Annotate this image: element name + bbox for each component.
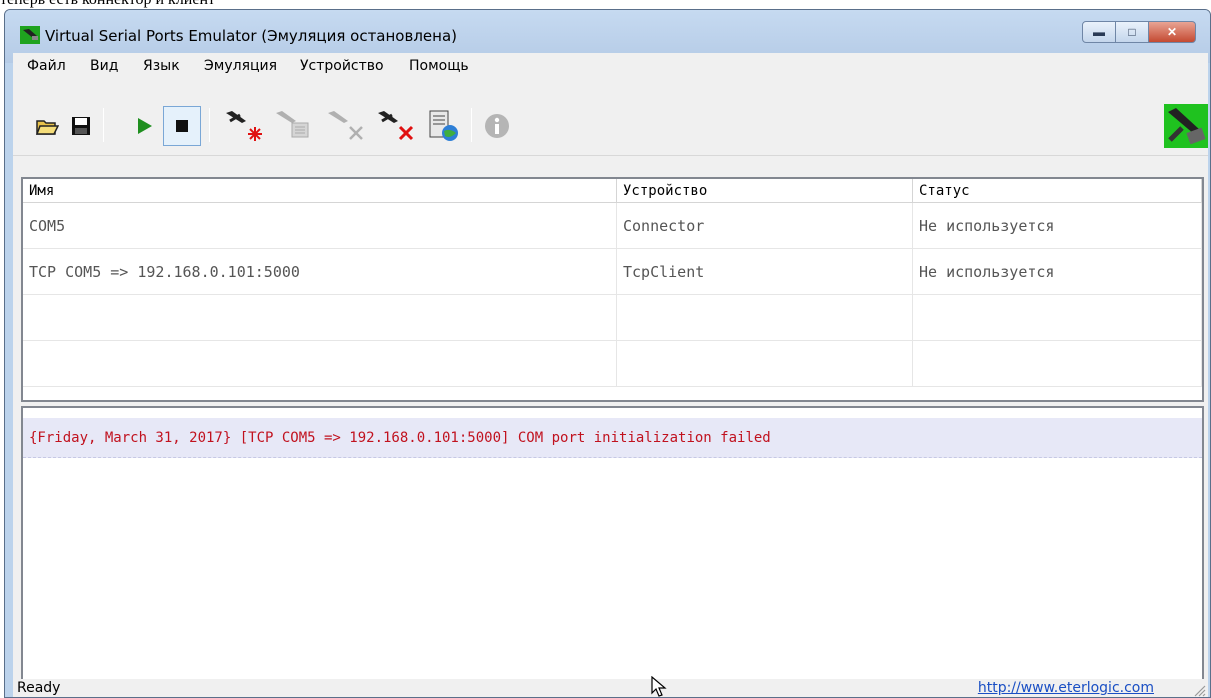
create-device-icon (226, 111, 262, 141)
empty-row (23, 341, 1202, 387)
remove-device-icon (328, 111, 363, 140)
cell-device: TcpClient (617, 249, 913, 295)
open-button[interactable] (31, 110, 63, 142)
empty-cell (617, 295, 913, 341)
start-emulation-button[interactable] (129, 110, 161, 142)
menu-view[interactable]: Вид (90, 53, 118, 80)
mouse-cursor-icon (651, 676, 667, 697)
maximize-button[interactable]: □ (1116, 21, 1149, 43)
cell-status: Не используется (913, 203, 1202, 249)
status-bar: Ready http://www.eterlogic.com (13, 679, 1208, 697)
app-icon (20, 26, 40, 44)
cell-name: COM5 (23, 203, 617, 249)
close-button[interactable]: ✕ (1149, 21, 1196, 43)
device-properties-icon (276, 111, 309, 138)
create-device-button[interactable] (221, 110, 265, 142)
menu-help[interactable]: Помощь (409, 53, 469, 80)
network-settings-icon (429, 110, 458, 141)
website-link[interactable]: http://www.eterlogic.com (978, 680, 1154, 696)
window-title: Virtual Serial Ports Emulator (Эмуляция … (45, 27, 457, 45)
list-header: Имя Устройство Статус (23, 179, 1202, 203)
remove-device-button[interactable] (323, 110, 367, 142)
device-list[interactable]: Имя Устройство Статус COM5 Connector Не … (21, 177, 1204, 402)
empty-cell (23, 295, 617, 341)
menu-emulation[interactable]: Эмуляция (204, 53, 277, 80)
toolbar-separator (103, 108, 104, 142)
menu-language[interactable]: Язык (143, 53, 180, 80)
save-disk-icon (72, 117, 90, 135)
log-panel[interactable]: {Friday, March 31, 2017} [TCP COM5 => 19… (21, 406, 1204, 684)
info-icon (485, 114, 509, 138)
stop-emulation-button[interactable] (163, 106, 201, 146)
window-controls: ▬ □ ✕ (1082, 21, 1196, 43)
log-entry: {Friday, March 31, 2017} [TCP COM5 => 19… (23, 418, 1202, 458)
delete-device-icon (378, 111, 414, 141)
client-area: Файл Вид Язык Эмуляция Устройство Помощь (13, 53, 1208, 697)
minimize-button[interactable]: ▬ (1082, 21, 1116, 43)
cell-device: Connector (617, 203, 913, 249)
toolbar-separator (209, 108, 210, 142)
table-row[interactable]: TCP COM5 => 192.168.0.101:5000 TcpClient… (23, 249, 1202, 295)
menu-device[interactable]: Устройство (300, 53, 384, 80)
resize-grip-icon[interactable] (1192, 683, 1206, 697)
status-text: Ready (17, 680, 61, 696)
close-icon: ✕ (1166, 25, 1178, 39)
column-header-status[interactable]: Статус (913, 179, 1202, 203)
app-window: Virtual Serial Ports Emulator (Эмуляция … (4, 9, 1211, 698)
toolbar (13, 80, 1208, 156)
column-header-name[interactable]: Имя (23, 179, 617, 203)
empty-row (23, 295, 1202, 341)
empty-cell (913, 295, 1202, 341)
menu-bar: Файл Вид Язык Эмуляция Устройство Помощь (13, 53, 1208, 80)
menu-file[interactable]: Файл (27, 53, 66, 80)
about-button[interactable] (481, 110, 513, 142)
empty-cell (23, 341, 617, 387)
open-folder-icon (35, 120, 59, 135)
cell-status: Не используется (913, 249, 1202, 295)
toolbar-separator (471, 108, 472, 142)
column-header-device[interactable]: Устройство (617, 179, 913, 203)
maximize-icon: □ (1128, 25, 1136, 39)
save-button[interactable] (65, 110, 97, 142)
empty-cell (913, 341, 1202, 387)
device-properties-button[interactable] (271, 110, 315, 142)
serial-cable-logo-icon (1164, 104, 1208, 148)
empty-cell (617, 341, 913, 387)
cell-name: TCP COM5 => 192.168.0.101:5000 (23, 249, 617, 295)
network-settings-button[interactable] (423, 110, 463, 142)
table-row[interactable]: COM5 Connector Не используется (23, 203, 1202, 249)
stop-icon (176, 120, 188, 132)
minimize-icon: ▬ (1093, 25, 1105, 39)
play-icon (138, 118, 152, 134)
page-caption: теперь есть коннектор и клиент (0, 0, 400, 9)
delete-device-button[interactable] (373, 110, 417, 142)
